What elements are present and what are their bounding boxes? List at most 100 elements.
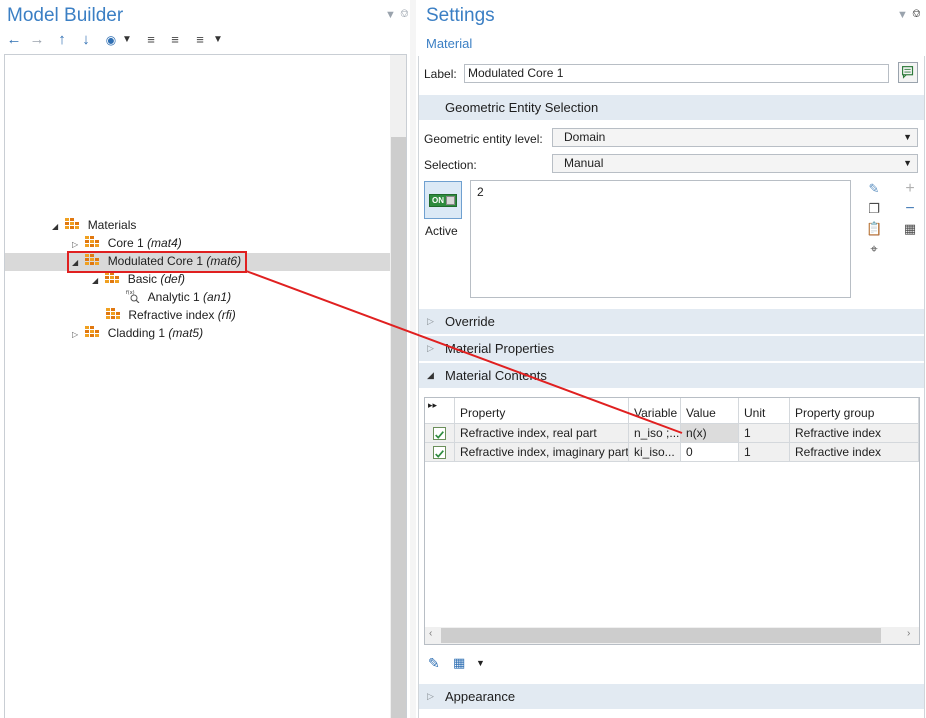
section-title: Appearance <box>445 689 516 704</box>
chevron-right-icon: ▷ <box>427 316 434 326</box>
tree-node-analytic[interactable]: f(x) Analytic 1 (an1) <box>126 288 231 306</box>
clear-selection-icon[interactable]: 📋 <box>866 221 882 237</box>
chevron-down-icon: ▼ <box>903 158 912 168</box>
column-header-property[interactable]: Property <box>455 398 629 424</box>
property-group-icon <box>105 272 120 283</box>
section-geometric-entity-selection[interactable]: Geometric Entity Selection <box>419 95 924 120</box>
table-horizontal-scrollbar[interactable]: ‹ › <box>425 627 919 644</box>
material-contents-table: ▸▸ Property Variable Value Unit Property… <box>424 397 920 645</box>
collapse-toggle-icon[interactable]: ◢ <box>52 218 62 236</box>
section-material-properties[interactable]: ▷ Material Properties <box>419 336 924 361</box>
cell-variable[interactable]: ki_iso... <box>629 443 681 462</box>
cell-property[interactable]: Refractive index, real part <box>455 424 629 443</box>
checkmark-icon <box>433 446 446 459</box>
cell-value[interactable]: 0 <box>681 443 739 462</box>
remove-icon[interactable]: − <box>902 201 918 217</box>
zoom-to-selection-icon[interactable]: ⌖ <box>866 241 882 257</box>
section-material-contents[interactable]: ◢ Material Contents <box>419 363 924 388</box>
expand-sections-icon[interactable]: ≡ <box>143 31 159 49</box>
section-title: Geometric Entity Selection <box>445 100 599 115</box>
edit-icon[interactable]: ✎ <box>428 655 446 673</box>
tree-node-label: Refractive index <box>128 308 215 322</box>
move-down-icon[interactable]: ↓ <box>78 31 94 49</box>
label-input[interactable]: Modulated Core 1 <box>464 64 889 83</box>
entity-level-value: Domain <box>564 130 606 144</box>
comment-icon <box>902 66 914 79</box>
section-title: Material Contents <box>445 368 547 383</box>
scrollbar-thumb[interactable] <box>441 628 881 643</box>
column-header-property-group[interactable]: Property group <box>790 398 919 424</box>
cell-unit[interactable]: 1 <box>739 443 790 462</box>
checkmark-icon <box>433 427 446 440</box>
tree-node-cladding[interactable]: ▷ Cladding 1 (mat5) <box>72 324 203 342</box>
selection-select[interactable]: Manual ▼ <box>552 154 918 173</box>
expand-columns-icon[interactable]: ▸▸ <box>425 398 455 424</box>
copy-selection-icon[interactable]: ❐ <box>866 201 882 217</box>
pin-icon[interactable]: ⎊ <box>912 8 921 21</box>
cell-value[interactable]: n(x) <box>681 424 739 443</box>
pin-icon[interactable]: ⎊ <box>400 8 409 21</box>
collapse-toggle-icon[interactable]: ◢ <box>92 272 102 290</box>
tree-node-materials[interactable]: ◢ Materials <box>52 216 136 234</box>
create-selection-icon[interactable]: ▦ <box>902 221 918 237</box>
show-dropdown-icon[interactable]: ▼ <box>122 31 132 49</box>
material-icon <box>85 326 100 337</box>
tree-scrollbar[interactable] <box>390 55 406 718</box>
tree-node-refractive-index[interactable]: Refractive index (rfi) <box>106 306 236 324</box>
forward-arrow-icon[interactable]: → <box>29 31 45 49</box>
analytic-function-icon: f(x) <box>126 290 140 303</box>
add-icon[interactable]: + <box>902 181 918 197</box>
back-arrow-icon[interactable]: ← <box>6 31 22 49</box>
tree-options-icon[interactable]: ≡ <box>192 31 208 49</box>
tree-options-dropdown-icon[interactable]: ▼ <box>213 31 223 49</box>
section-appearance[interactable]: ▷ Appearance <box>419 684 924 709</box>
label-settings-button[interactable] <box>898 62 918 83</box>
scroll-left-icon[interactable]: ‹ <box>429 628 432 639</box>
entity-level-label: Geometric entity level: <box>424 132 543 146</box>
chevron-right-icon: ▷ <box>427 691 434 701</box>
tree-node-tag: (rfi) <box>217 308 236 322</box>
pane-menu-icon[interactable]: ▼ <box>385 9 396 21</box>
active-toggle-button[interactable]: ON <box>424 181 462 219</box>
row-check-cell[interactable] <box>425 443 455 462</box>
show-icon[interactable]: ◉ <box>101 31 121 49</box>
column-header-unit[interactable]: Unit <box>739 398 790 424</box>
selection-value: Manual <box>564 156 604 170</box>
chevron-down-icon: ▼ <box>903 132 912 142</box>
highlight-annotation-box <box>67 251 247 273</box>
tree-node-core1[interactable]: ▷ Core 1 (mat4) <box>72 234 182 252</box>
tree-node-label: Basic <box>127 272 158 286</box>
settings-menu-icon[interactable]: ▼ <box>897 9 908 21</box>
cell-property[interactable]: Refractive index, imaginary part <box>455 443 629 462</box>
table-options-icon[interactable]: ▦ <box>453 655 471 673</box>
selection-list[interactable]: 2 <box>470 180 851 298</box>
materials-icon <box>65 218 80 229</box>
row-check-cell[interactable] <box>425 424 455 443</box>
cell-property-group[interactable]: Refractive index <box>790 424 919 443</box>
collapse-sections-icon[interactable]: ≡ <box>167 31 183 49</box>
expand-toggle-icon[interactable]: ▷ <box>72 326 82 344</box>
settings-subtitle: Material <box>426 36 473 51</box>
selection-label: Selection: <box>424 158 477 172</box>
chevron-down-icon[interactable]: ▼ <box>476 658 485 668</box>
toggle-on-icon: ON <box>429 194 457 207</box>
tree-node-tag: (mat5) <box>168 326 204 340</box>
cell-unit[interactable]: 1 <box>739 424 790 443</box>
active-label: Active <box>425 224 458 238</box>
chevron-right-icon: ▷ <box>427 343 434 353</box>
paste-selection-icon[interactable]: ✎ <box>866 181 882 197</box>
label-field-label: Label: <box>424 67 457 81</box>
column-header-variable[interactable]: Variable <box>629 398 681 424</box>
scroll-right-icon[interactable]: › <box>907 628 910 639</box>
cell-property-group[interactable]: Refractive index <box>790 443 919 462</box>
cell-variable[interactable]: n_iso ;... <box>629 424 681 443</box>
entity-level-select[interactable]: Domain ▼ <box>552 128 918 147</box>
chevron-down-icon: ◢ <box>427 370 434 380</box>
tree-node-tag: (mat4) <box>147 236 182 250</box>
section-override[interactable]: ▷ Override <box>419 309 924 334</box>
tree-node-tag: (def) <box>160 272 186 286</box>
property-group-icon <box>106 308 120 319</box>
selection-list-item[interactable]: 2 <box>477 185 484 199</box>
column-header-value[interactable]: Value <box>681 398 739 424</box>
move-up-icon[interactable]: ↑ <box>54 31 70 49</box>
